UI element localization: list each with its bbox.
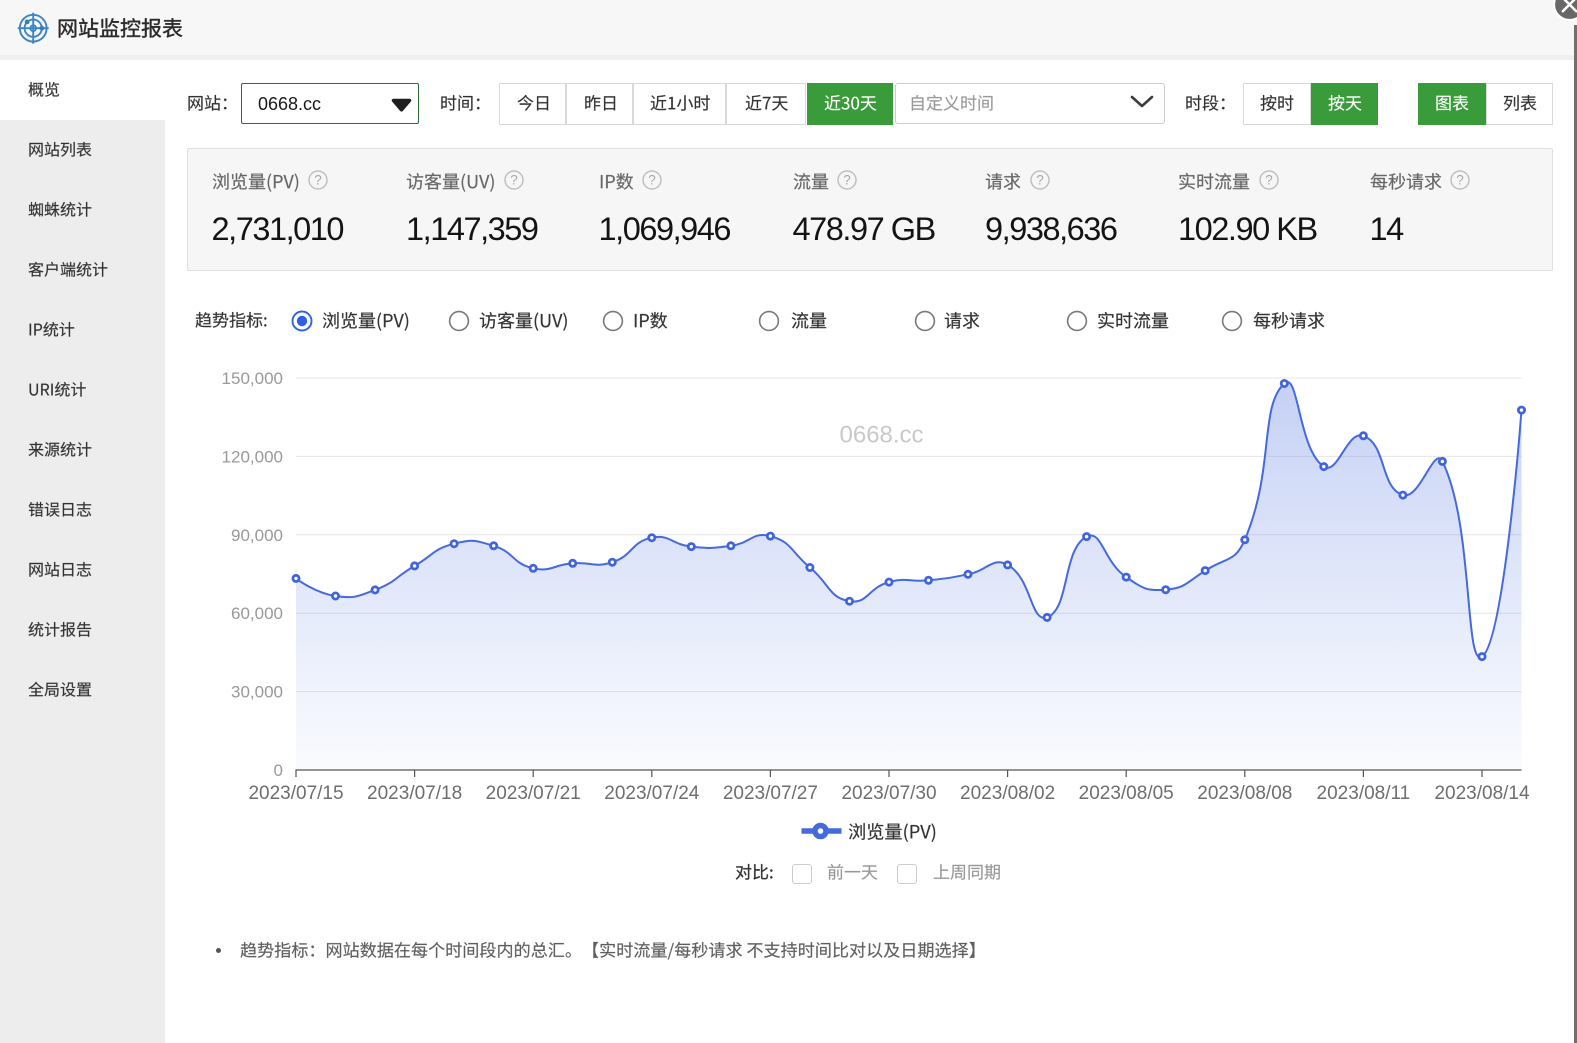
svg-text:2023/08/11: 2023/08/11	[1317, 783, 1411, 804]
svg-text:60,000: 60,000	[231, 604, 283, 623]
svg-text:90,000: 90,000	[231, 526, 283, 545]
svg-text:?: ?	[1036, 173, 1044, 188]
svg-text:2023/08/05: 2023/08/05	[1079, 783, 1174, 804]
svg-text:120,000: 120,000	[222, 447, 283, 466]
svg-text:2023/07/18: 2023/07/18	[367, 783, 462, 804]
svg-text:0668.cc: 0668.cc	[840, 422, 924, 449]
svg-text:?: ?	[843, 173, 851, 188]
svg-text:?: ?	[314, 173, 322, 188]
svg-text:?: ?	[648, 173, 656, 188]
svg-text:?: ?	[1456, 173, 1464, 188]
svg-text:?: ?	[1265, 173, 1273, 188]
svg-text:2023/08/02: 2023/08/02	[960, 783, 1055, 804]
svg-text:2023/08/14: 2023/08/14	[1434, 783, 1530, 804]
svg-text:30,000: 30,000	[231, 683, 283, 702]
svg-text:2023/07/15: 2023/07/15	[248, 783, 343, 804]
svg-text:2023/07/27: 2023/07/27	[723, 783, 818, 804]
svg-text:0: 0	[274, 761, 283, 780]
svg-text:2023/07/30: 2023/07/30	[841, 783, 936, 804]
svg-text:150,000: 150,000	[222, 369, 283, 388]
svg-text:?: ?	[510, 173, 518, 188]
svg-text:2023/08/08: 2023/08/08	[1197, 783, 1292, 804]
svg-text:2023/07/24: 2023/07/24	[604, 783, 700, 804]
svg-text:2023/07/21: 2023/07/21	[486, 783, 581, 804]
